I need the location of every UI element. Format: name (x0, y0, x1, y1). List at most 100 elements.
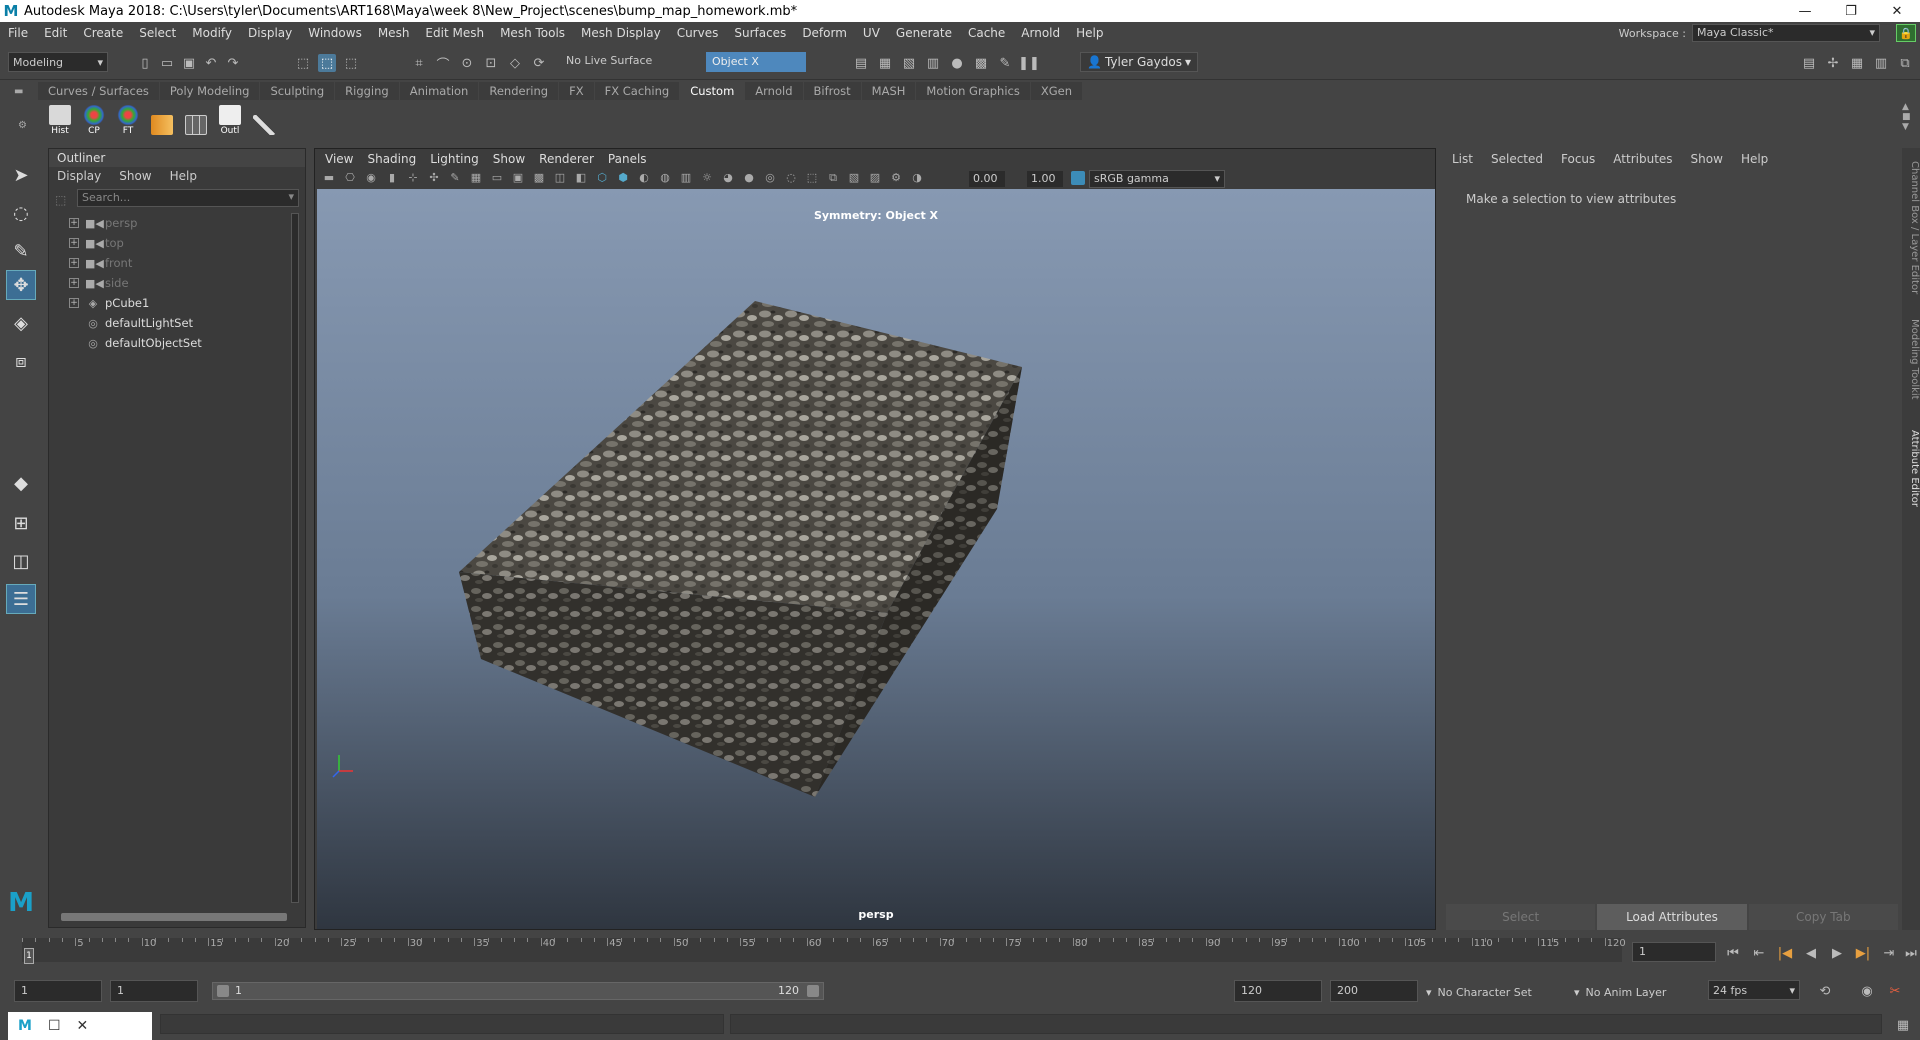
color-management-icon[interactable] (1071, 171, 1085, 185)
outliner-menu-help[interactable]: Help (170, 169, 197, 185)
shelf-tab-fx-caching[interactable]: FX Caching (594, 82, 681, 100)
viewport-tool-icon[interactable]: ▦ (468, 171, 484, 187)
viewport-scene[interactable]: Symmetry: Object X persp (317, 189, 1435, 929)
render-view-icon[interactable]: ▤ (852, 54, 870, 72)
fps-dropdown[interactable]: 24 fps ▾ (1708, 980, 1800, 1000)
viewport-tool-icon[interactable]: ▥ (678, 171, 694, 187)
viewport-tool-icon[interactable]: ✣ (426, 171, 442, 187)
symmetry-field[interactable]: Object X (706, 52, 806, 72)
menu-create[interactable]: Create (75, 26, 131, 40)
viewport-menu-lighting[interactable]: Lighting (430, 152, 479, 166)
outliner-menu-show[interactable]: Show (119, 169, 151, 185)
viewport-tool-icon[interactable]: ◍ (657, 171, 673, 187)
save-scene-icon[interactable]: ▣ (180, 54, 198, 72)
snap-live-icon[interactable]: ⟳ (530, 54, 548, 72)
script-editor-icon[interactable]: ▦ (1894, 1016, 1912, 1034)
exposure-field[interactable]: 0.00 (969, 171, 1005, 187)
menu-edit[interactable]: Edit (36, 26, 75, 40)
range-start-handle[interactable] (217, 985, 229, 997)
shelf-tab-animation[interactable]: Animation (399, 82, 480, 100)
outliner-layout-icon[interactable]: ☰ (6, 584, 36, 614)
outliner-node[interactable]: + ◈ pCube1 (69, 293, 295, 313)
chevron-down-icon[interactable]: ▾ (288, 190, 294, 203)
undo-icon[interactable]: ↶ (202, 54, 220, 72)
viewport-tool-icon[interactable]: ◫ (552, 171, 568, 187)
menu-deform[interactable]: Deform (794, 26, 855, 40)
range-bar[interactable]: 1 120 (212, 982, 824, 1000)
tab-modeling-toolkit[interactable]: Modeling Toolkit (1902, 314, 1920, 404)
outliner-horizontal-scrollbar[interactable] (61, 913, 287, 921)
menu-arnold[interactable]: Arnold (1013, 26, 1068, 40)
tab-channel-box[interactable]: Channel Box / Layer Editor (1902, 158, 1920, 298)
anim-layer-dropdown[interactable]: ▾ No Anim Layer (1574, 982, 1684, 1002)
close-button[interactable]: ✕ (1874, 0, 1920, 22)
shelf-tab-fx[interactable]: FX (559, 82, 595, 100)
snap-point-icon[interactable]: ⊙ (458, 54, 476, 72)
menu-generate[interactable]: Generate (888, 26, 960, 40)
viewport-tool-icon[interactable]: ⬢ (615, 171, 631, 187)
viewport-tool-icon[interactable]: ▨ (867, 171, 883, 187)
menu-cache[interactable]: Cache (960, 26, 1013, 40)
menu-file[interactable]: File (0, 26, 36, 40)
channel-box-icon[interactable]: ⧉ (1896, 54, 1914, 72)
open-scene-icon[interactable]: ▭ (158, 54, 176, 72)
tool-settings-icon[interactable]: ▥ (1872, 54, 1890, 72)
viewport-menu-panels[interactable]: Panels (608, 152, 647, 166)
snap-view-icon[interactable]: ⊡ (482, 54, 500, 72)
select-object-icon[interactable]: ⬚ (318, 54, 336, 72)
viewport-tool-icon[interactable]: ◐ (636, 171, 652, 187)
expand-icon[interactable]: + (69, 278, 79, 288)
outliner-node[interactable]: + ■◀ top (69, 233, 295, 253)
menu-surfaces[interactable]: Surfaces (726, 26, 794, 40)
shelf-tab-curves-surfaces[interactable]: Curves / Surfaces (38, 82, 160, 100)
shelf-button-outl[interactable]: Outl (216, 104, 244, 136)
menu-select[interactable]: Select (131, 26, 184, 40)
expand-icon[interactable]: + (69, 298, 79, 308)
animation-end-field[interactable]: 200 (1330, 980, 1418, 1002)
render-current-icon[interactable]: ▦ (876, 54, 894, 72)
restore-icon[interactable]: ☐ (48, 1018, 61, 1034)
outliner-node[interactable]: + ■◀ front (69, 253, 295, 273)
shelf-tab-rigging[interactable]: Rigging (335, 82, 400, 100)
select-hierarchy-icon[interactable]: ⬚ (294, 54, 312, 72)
step-forward-frame-icon[interactable]: ▶| (1854, 944, 1872, 962)
viewport-tool-icon[interactable]: ◑ (909, 171, 925, 187)
viewport-tool-icon[interactable]: ▭ (489, 171, 505, 187)
viewport-tool-icon[interactable]: ⬡ (594, 171, 610, 187)
attribute-menu-focus[interactable]: Focus (1561, 152, 1595, 166)
render-sequence-icon[interactable]: ✎ (996, 54, 1014, 72)
current-frame-field[interactable]: 1 (1632, 942, 1716, 962)
shelf-button-pivot[interactable] (148, 104, 176, 136)
viewport-tool-icon[interactable]: ▣ (510, 171, 526, 187)
shelf-tab-sculpting[interactable]: Sculpting (260, 82, 336, 100)
sidebar-icon[interactable]: ▤ (1800, 54, 1818, 72)
outliner-vertical-scrollbar[interactable] (291, 213, 299, 903)
shelf-scroll-icon[interactable]: ▲ ■ ▼ (1902, 102, 1911, 132)
viewport-tool-icon[interactable]: ● (741, 171, 757, 187)
snap-grid-icon[interactable]: ⌗ (410, 54, 428, 72)
outliner-menu-display[interactable]: Display (57, 169, 101, 185)
auto-key-icon[interactable]: ◉ (1858, 982, 1876, 1000)
select-button[interactable]: Select (1446, 904, 1596, 930)
shelf-button-grid[interactable] (182, 104, 210, 136)
step-forward-key-icon[interactable]: ⇥ (1880, 944, 1898, 962)
move-tool-icon[interactable]: ✥ (6, 270, 36, 300)
viewport-tool-icon[interactable]: ▮ (384, 171, 400, 187)
shelf-tab-mash[interactable]: MASH (861, 82, 917, 100)
viewport-tool-icon[interactable]: ◕ (720, 171, 736, 187)
viewport-tool-icon[interactable]: ⧉ (825, 171, 841, 187)
menu-mesh-display[interactable]: Mesh Display (573, 26, 669, 40)
viewport-tool-icon[interactable]: ▧ (846, 171, 862, 187)
attribute-editor-icon[interactable]: ▦ (1848, 54, 1866, 72)
menu-windows[interactable]: Windows (300, 26, 370, 40)
outliner-node[interactable]: ◎ defaultObjectSet (69, 333, 295, 353)
play-forward-icon[interactable]: ▶ (1828, 944, 1846, 962)
time-ruler[interactable]: 5 10 15 20 25 30 35 40 45 50 55 60 65 70 75 80 85 90 95 100… (22, 938, 1626, 962)
viewport-tool-icon[interactable]: ◉ (363, 171, 379, 187)
viewport-tool-icon[interactable]: ⬚ (804, 171, 820, 187)
attribute-menu-attributes[interactable]: Attributes (1613, 152, 1672, 166)
copy-tab-button[interactable]: Copy Tab (1748, 904, 1898, 930)
attribute-menu-list[interactable]: List (1452, 152, 1473, 166)
workspace-dropdown[interactable]: Maya Classic* ▾ (1692, 24, 1880, 42)
select-component-icon[interactable]: ⬚ (342, 54, 360, 72)
